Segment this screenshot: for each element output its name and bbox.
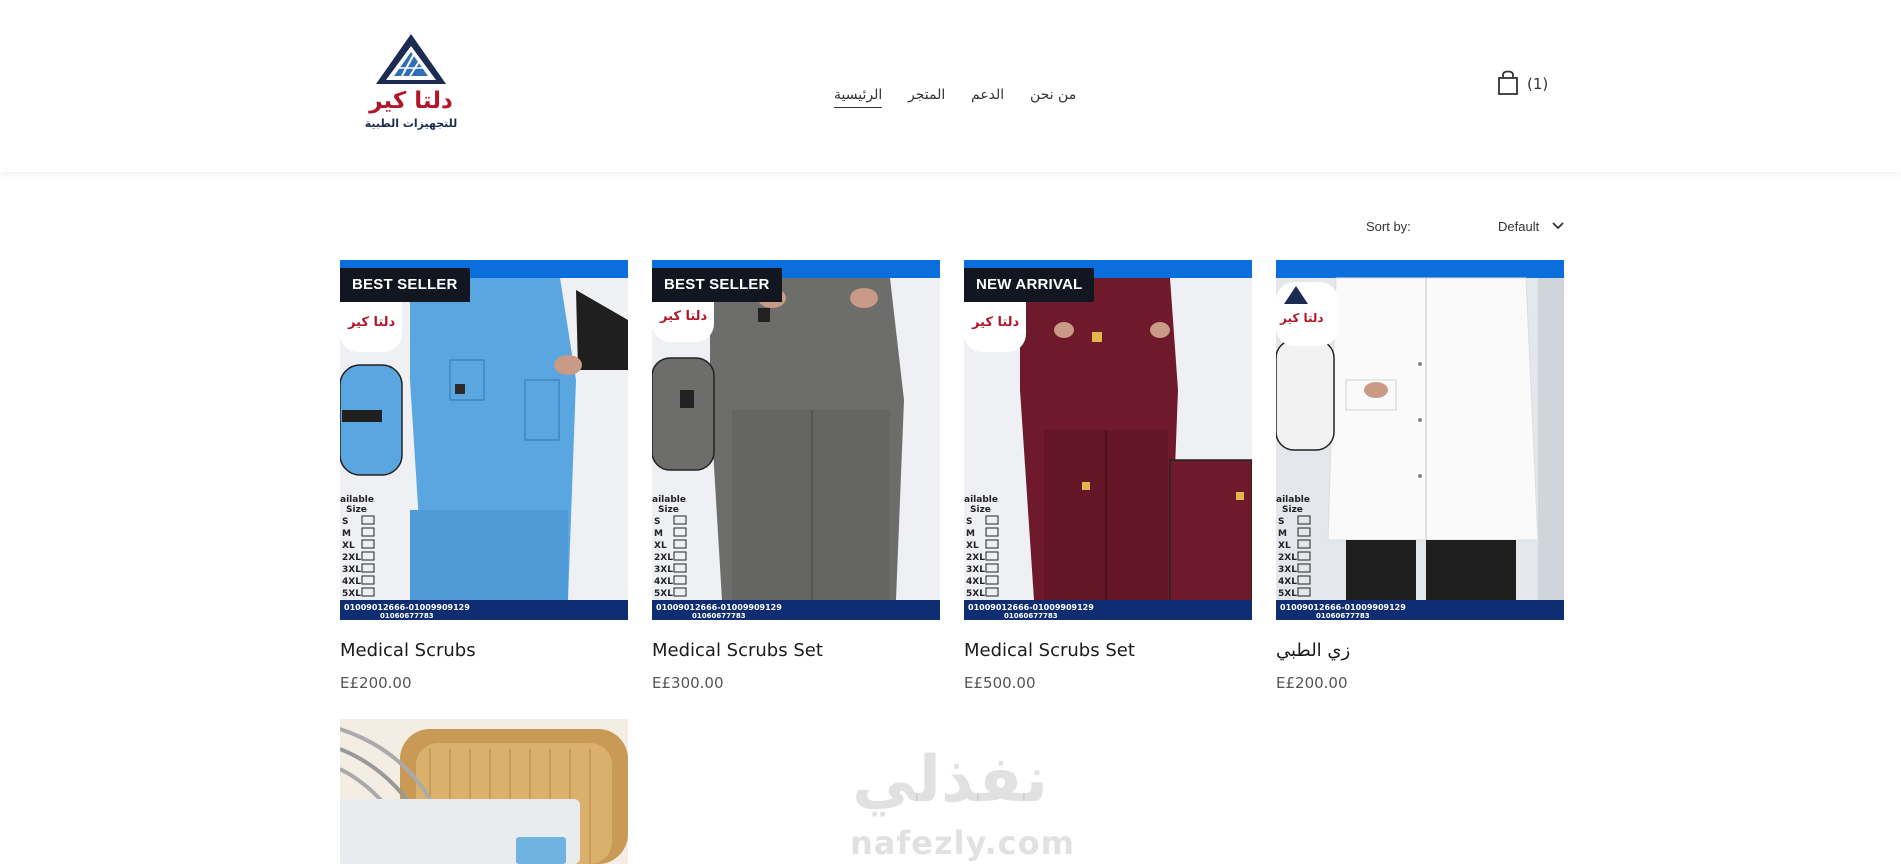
svg-text:S: S	[342, 517, 348, 527]
svg-text:Size: Size	[346, 505, 367, 515]
svg-text:S: S	[1278, 517, 1284, 527]
product-price: E£200.00	[340, 674, 412, 692]
svg-text:01009012666-01009909129: 01009012666-01009909129	[656, 603, 782, 612]
svg-text:M: M	[1278, 529, 1287, 539]
logo-brand-text: دلتا كير	[369, 88, 453, 114]
product-image[interactable]: دلتا كير ailable Size S M XL 2XL 3XL 4XL…	[652, 260, 940, 620]
svg-text:01009012666-01009909129: 01009012666-01009909129	[344, 603, 470, 612]
svg-text:M: M	[342, 529, 351, 539]
product-badge: BEST SELLER	[340, 268, 470, 302]
product-photo: دلتا كير ailable Size S M XL 2XL 3XL 4XL…	[964, 260, 1252, 620]
svg-text:Size: Size	[658, 505, 679, 515]
cart-button[interactable]: (1)	[1497, 70, 1548, 100]
svg-text:M: M	[966, 529, 975, 539]
svg-text:5XL: 5XL	[966, 589, 985, 599]
svg-text:01009012666-01009909129: 01009012666-01009909129	[968, 603, 1094, 612]
sort-value: Default	[1498, 219, 1540, 234]
product-photo: دلتا كير ailable Size S M XL 2XL 3XL 4XL…	[652, 260, 940, 620]
svg-text:01060677783: 01060677783	[1004, 612, 1058, 620]
svg-text:4XL: 4XL	[342, 577, 361, 587]
sort-label: Sort by:	[1366, 219, 1411, 234]
product-name[interactable]: Medical Scrubs Set	[964, 640, 1135, 661]
svg-text:2XL: 2XL	[1278, 553, 1297, 563]
watermark-english: nafezly.com	[850, 824, 1075, 862]
svg-text:01060677783: 01060677783	[380, 612, 434, 620]
svg-text:ailable: ailable	[1276, 495, 1310, 505]
svg-text:4XL: 4XL	[1278, 577, 1297, 587]
product-badge: BEST SELLER	[652, 268, 782, 302]
product-name[interactable]: Medical Scrubs Set	[652, 640, 823, 661]
svg-text:دلتا كير: دلتا كير	[1279, 311, 1324, 325]
product-price: E£500.00	[964, 674, 1036, 692]
product-photo	[340, 719, 628, 864]
svg-text:5XL: 5XL	[342, 589, 361, 599]
svg-text:3XL: 3XL	[966, 565, 985, 575]
svg-text:XL: XL	[1278, 541, 1291, 551]
nav-item-about[interactable]: من نحن	[1030, 87, 1076, 103]
product-badge: NEW ARRIVAL	[964, 268, 1095, 302]
shopping-bag-icon	[1498, 70, 1518, 95]
svg-text:XL: XL	[966, 541, 979, 551]
cart-count: (1)	[1527, 75, 1549, 93]
product-price: E£200.00	[1276, 674, 1348, 692]
svg-text:2XL: 2XL	[966, 553, 985, 563]
svg-text:01060677783: 01060677783	[1316, 612, 1370, 620]
svg-text:4XL: 4XL	[966, 577, 985, 587]
watermark: نفذلي nafezly.com	[840, 748, 1080, 864]
product-name[interactable]: Medical Scrubs	[340, 640, 476, 661]
product-photo: دلتا كير ailable Size S M XL 2XL 3XL 4XL…	[1276, 260, 1564, 620]
sort-dropdown[interactable]: Default	[1498, 216, 1566, 238]
svg-text:M: M	[654, 529, 663, 539]
nav-item-home[interactable]: الرئيسية	[834, 87, 883, 108]
product-name[interactable]: زي الطبي	[1276, 640, 1350, 661]
product-photo: دلتا كير ailable Size S M XL 2XL 3XL 4XL…	[340, 260, 628, 620]
svg-text:01009012666-01009909129: 01009012666-01009909129	[1280, 603, 1406, 612]
product-image[interactable]: دلتا كير ailable Size S M XL 2XL 3XL 4XL…	[964, 260, 1252, 620]
svg-text:ailable: ailable	[340, 495, 374, 505]
svg-text:دلتا كير: دلتا كير	[347, 315, 396, 330]
chevron-down-icon	[1552, 222, 1564, 230]
svg-text:2XL: 2XL	[342, 553, 361, 563]
logo-tagline-text: للتجهيزات الطبية	[364, 117, 458, 130]
svg-text:S: S	[654, 517, 660, 527]
svg-text:Size: Size	[1282, 505, 1303, 515]
nav-item-support[interactable]: الدعم	[971, 87, 1004, 103]
product-price: E£300.00	[652, 674, 724, 692]
product-image[interactable]: دلتا كير ailable Size S M XL 2XL 3XL 4XL…	[340, 260, 628, 620]
svg-text:دلتا كير: دلتا كير	[659, 309, 708, 324]
site-header: دلتا كير للتجهيزات الطبية الرئيسية المتج…	[0, 0, 1901, 172]
svg-text:5XL: 5XL	[654, 589, 673, 599]
svg-text:5XL: 5XL	[1278, 589, 1297, 599]
svg-text:ailable: ailable	[652, 495, 686, 505]
logo-triangle-icon	[376, 34, 446, 84]
svg-text:3XL: 3XL	[654, 565, 673, 575]
svg-text:4XL: 4XL	[654, 577, 673, 587]
svg-text:3XL: 3XL	[1278, 565, 1297, 575]
svg-text:ailable: ailable	[964, 495, 998, 505]
svg-text:Size: Size	[970, 505, 991, 515]
svg-text:3XL: 3XL	[342, 565, 361, 575]
svg-text:XL: XL	[342, 541, 355, 551]
nav-item-store[interactable]: المتجر	[908, 87, 945, 103]
product-image[interactable]: دلتا كير ailable Size S M XL 2XL 3XL 4XL…	[1276, 260, 1564, 620]
product-listing-page: دلتا كير للتجهيزات الطبية الرئيسية المتج…	[0, 0, 1901, 864]
svg-text:01060677783: 01060677783	[692, 612, 746, 620]
product-card[interactable]	[340, 719, 628, 864]
svg-text:S: S	[966, 517, 972, 527]
site-logo[interactable]: دلتا كير للتجهيزات الطبية	[358, 32, 464, 136]
svg-text:2XL: 2XL	[654, 553, 673, 563]
svg-text:XL: XL	[654, 541, 667, 551]
watermark-arabic: نفذلي	[852, 743, 1048, 817]
svg-text:دلتا كير: دلتا كير	[971, 315, 1020, 330]
